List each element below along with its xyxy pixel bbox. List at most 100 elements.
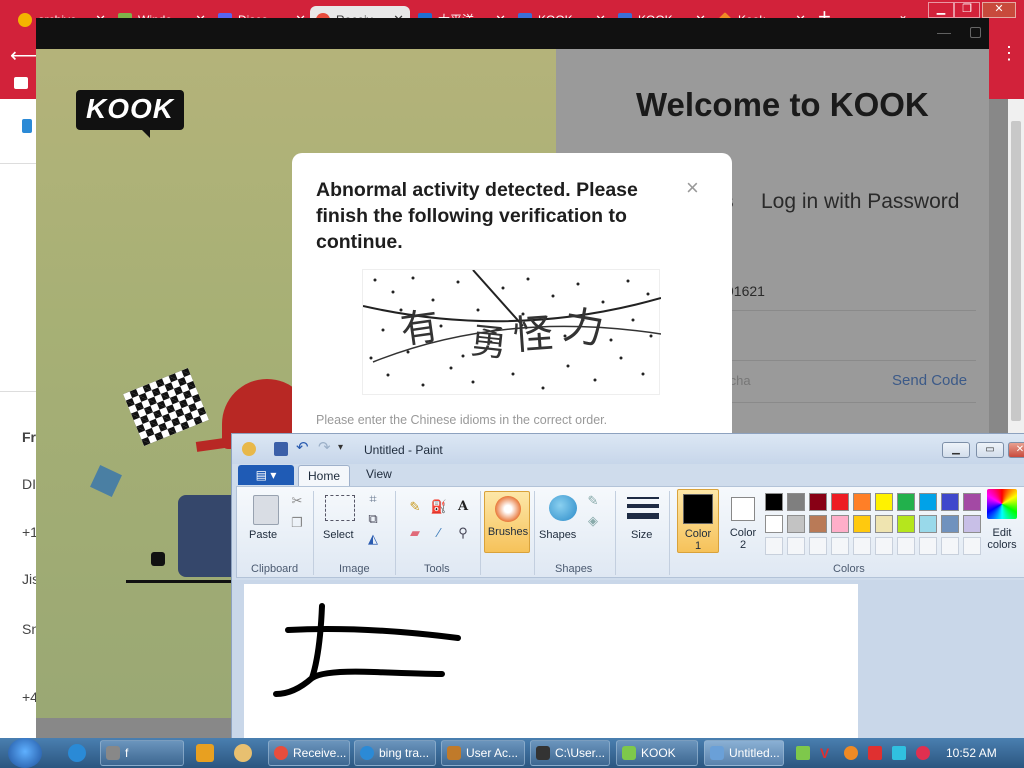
palette-swatch[interactable]: [765, 537, 783, 555]
pencil-icon[interactable]: ✎: [405, 497, 425, 517]
search-tray-icon[interactable]: [844, 746, 858, 760]
palette-swatch[interactable]: [919, 537, 937, 555]
ie-icon[interactable]: [68, 744, 86, 762]
taskbar-item-user-accounts[interactable]: User Ac...: [441, 740, 525, 766]
minimize-icon[interactable]: —: [937, 24, 951, 40]
taskbar-item-folder[interactable]: f: [100, 740, 184, 766]
palette-swatch[interactable]: [875, 515, 893, 533]
send-code-button[interactable]: Send Code: [892, 372, 967, 389]
shapes-button[interactable]: Shapes: [539, 529, 576, 541]
volume-tray-icon[interactable]: [916, 746, 930, 760]
file-menu-button[interactable]: ▤ ▾: [238, 465, 294, 485]
network-tray-icon[interactable]: [892, 746, 906, 760]
palette-swatch[interactable]: [897, 537, 915, 555]
captcha-image[interactable]: 有 勇 怪 力: [362, 269, 662, 395]
fill-icon[interactable]: ⛽: [429, 497, 449, 517]
magnifier-icon[interactable]: ⚲: [453, 523, 473, 543]
palette-swatch[interactable]: [963, 537, 981, 555]
palette-swatch[interactable]: [941, 515, 959, 533]
palette-swatch[interactable]: [831, 537, 849, 555]
paste-button[interactable]: Paste: [249, 529, 277, 541]
palette-swatch[interactable]: [809, 515, 827, 533]
restore-button[interactable]: ❐: [954, 2, 980, 18]
paint-pin-icon[interactable]: [234, 744, 252, 762]
size-button[interactable]: Size: [631, 529, 652, 541]
taskbar-item-7zip[interactable]: C:\User...: [530, 740, 610, 766]
copy-icon[interactable]: ❐: [287, 513, 307, 533]
flag-tray-icon[interactable]: [868, 746, 882, 760]
redo-icon[interactable]: ↷: [318, 440, 332, 456]
close-window-button[interactable]: ✕: [982, 2, 1016, 18]
palette-swatch[interactable]: [787, 515, 805, 533]
select-button[interactable]: Select: [323, 529, 354, 541]
taskbar-clock[interactable]: 10:52 AM: [946, 746, 997, 760]
palette-swatch[interactable]: [919, 493, 937, 511]
undo-icon[interactable]: ↶: [296, 440, 310, 456]
tab-login-password[interactable]: Log in with Password: [761, 190, 959, 214]
palette-swatch[interactable]: [787, 537, 805, 555]
palette-swatch[interactable]: [897, 493, 915, 511]
edit-colors-label-2[interactable]: colors: [983, 539, 1021, 551]
paint-app-icon[interactable]: [242, 442, 256, 456]
taskbar-item-chrome[interactable]: Receive...: [268, 740, 350, 766]
paste-icon[interactable]: [253, 495, 279, 525]
palette-swatch[interactable]: [963, 515, 981, 533]
save-icon[interactable]: [274, 442, 288, 456]
select-icon[interactable]: [325, 495, 355, 521]
palette-swatch[interactable]: [765, 515, 783, 533]
resize-icon[interactable]: ⧉: [363, 509, 383, 529]
crop-icon[interactable]: ⌗: [363, 489, 383, 509]
close-button[interactable]: ✕: [1008, 442, 1024, 458]
palette-swatch[interactable]: [809, 493, 827, 511]
color-picker-icon[interactable]: ⁄: [429, 523, 449, 543]
menu-dots-icon[interactable]: ⋮: [1000, 43, 1018, 64]
maximize-icon[interactable]: [970, 27, 981, 38]
scrollbar-thumb[interactable]: [1011, 121, 1021, 421]
start-button[interactable]: [8, 738, 42, 768]
palette-swatch[interactable]: [963, 493, 981, 511]
text-icon[interactable]: A: [453, 497, 473, 517]
outline-icon[interactable]: ✎: [583, 491, 603, 511]
antivirus-tray-icon[interactable]: V: [820, 746, 834, 760]
palette-swatch[interactable]: [831, 493, 849, 511]
scrollbar[interactable]: [1008, 99, 1024, 439]
bookmark-icon[interactable]: [14, 77, 28, 89]
palette-swatch[interactable]: [897, 515, 915, 533]
taskbar-item-kook[interactable]: KOOK: [616, 740, 698, 766]
brushes-button[interactable]: Brushes: [484, 491, 530, 553]
kook-tray-icon[interactable]: [796, 746, 810, 760]
media-player-icon[interactable]: [196, 744, 214, 762]
customize-toolbar-icon[interactable]: ▾: [338, 442, 352, 456]
minimize-button[interactable]: ▁: [928, 2, 954, 18]
maximize-button[interactable]: ▭: [976, 442, 1004, 458]
palette-swatch[interactable]: [853, 537, 871, 555]
minimize-button[interactable]: ▁: [942, 442, 970, 458]
taskbar-item-edge[interactable]: bing tra...: [354, 740, 436, 766]
eraser-icon[interactable]: ▰: [405, 523, 425, 543]
palette-swatch[interactable]: [765, 493, 783, 511]
close-icon[interactable]: ×: [686, 175, 699, 201]
palette-swatch[interactable]: [831, 515, 849, 533]
palette-swatch[interactable]: [875, 493, 893, 511]
palette-swatch[interactable]: [853, 515, 871, 533]
edit-colors-label[interactable]: Edit: [983, 527, 1021, 539]
color1-button[interactable]: Color 1: [677, 489, 719, 553]
tab-home[interactable]: Home: [298, 465, 350, 487]
drawing-canvas[interactable]: [244, 584, 858, 742]
palette-swatch[interactable]: [875, 537, 893, 555]
fill-style-icon[interactable]: ◈: [583, 511, 603, 531]
cut-icon[interactable]: ✂: [287, 491, 307, 511]
edit-colors-icon[interactable]: [987, 489, 1017, 519]
color2-button[interactable]: Color 2: [723, 489, 765, 553]
shapes-icon[interactable]: [549, 495, 577, 521]
rotate-icon[interactable]: ◭: [363, 529, 383, 549]
palette-swatch[interactable]: [787, 493, 805, 511]
list-item[interactable]: DI: [22, 476, 36, 492]
palette-swatch[interactable]: [809, 537, 827, 555]
palette-swatch[interactable]: [941, 493, 959, 511]
palette-swatch[interactable]: [941, 537, 959, 555]
palette-swatch[interactable]: [853, 493, 871, 511]
palette-swatch[interactable]: [919, 515, 937, 533]
tab-view[interactable]: View: [366, 467, 392, 481]
back-arrow-icon[interactable]: ⟵: [10, 43, 39, 68]
